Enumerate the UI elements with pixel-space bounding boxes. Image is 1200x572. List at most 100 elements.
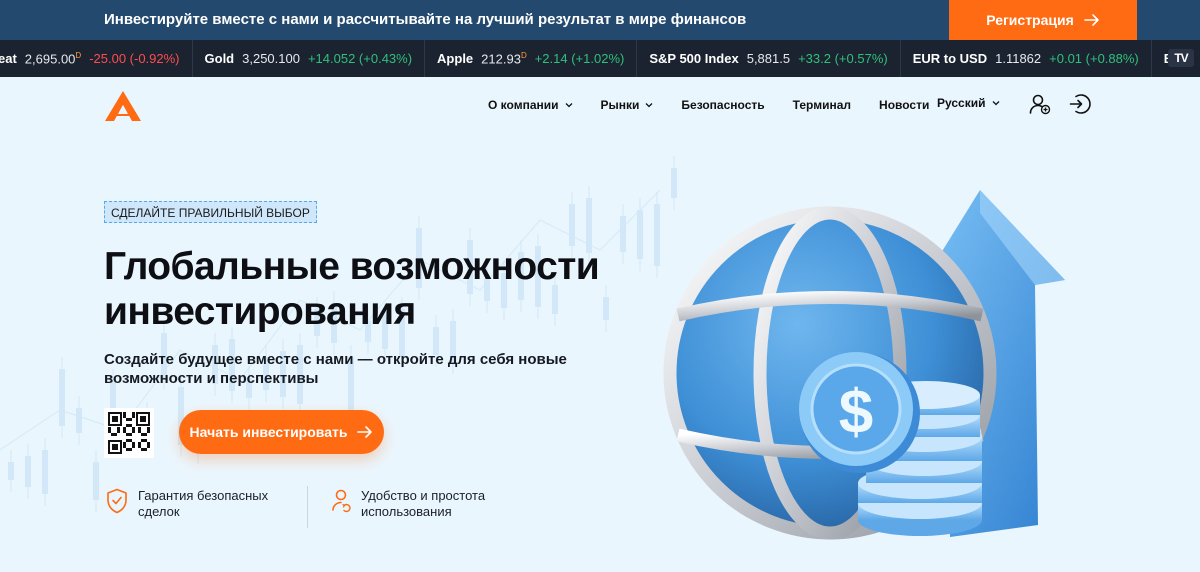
- ticker-item[interactable]: Gold 3,250.100 +14.052 (+0.43%): [193, 40, 426, 77]
- qr-module: [123, 412, 126, 415]
- hero-subtitle: Создайте будущее вместе с нами — откройт…: [104, 351, 567, 387]
- ticker-price-value: 212.93: [481, 51, 521, 67]
- qr-module: [111, 433, 114, 436]
- qr-module: [123, 445, 126, 448]
- feature-security: Гарантия безопасных сделок: [106, 488, 268, 520]
- qr-module: [144, 448, 147, 451]
- ticker-name: EUR to USD: [912, 51, 988, 66]
- bg-candle-wick: [27, 444, 29, 499]
- ticker-name: eat: [0, 51, 17, 66]
- qr-module: [138, 445, 141, 448]
- login-icon[interactable]: [1069, 93, 1091, 115]
- qr-code[interactable]: [104, 408, 154, 458]
- ticker-price-value: 5,881.5: [746, 51, 791, 66]
- arrow-right-icon: [1083, 14, 1099, 26]
- qr-module: [114, 433, 117, 436]
- qr-module: [138, 430, 141, 433]
- main-nav: О компании Рынки Безопасность Терминал Н…: [488, 96, 957, 114]
- qr-module: [132, 427, 135, 430]
- qr-module: [108, 430, 111, 433]
- ticker-item[interactable]: S&P 500 Index 5,881.5 +33.2 (+0.57%): [637, 40, 901, 77]
- qr-module: [129, 439, 132, 442]
- bg-candle-wick: [95, 450, 97, 512]
- qr-module: [132, 445, 135, 448]
- qr-module: [123, 430, 126, 433]
- nav-item-security[interactable]: Безопасность: [681, 98, 764, 112]
- chevron-down-icon: [992, 101, 999, 106]
- hero-title-line2: инвестирования: [104, 290, 416, 333]
- nav-item-about[interactable]: О компании: [488, 98, 573, 112]
- ticker-price: 1.11862: [995, 51, 1041, 66]
- bg-candle-wick: [639, 198, 641, 271]
- cta-label: Начать инвестировать: [189, 424, 348, 440]
- nav-item-markets[interactable]: Рынки: [601, 98, 654, 112]
- shield-check-icon: [107, 488, 127, 514]
- bg-candle-wick: [10, 450, 12, 492]
- feature-security-line1: Гарантия безопасных: [138, 488, 269, 503]
- ticker-item[interactable]: Apple 212.93D +2.14 (+1.02%): [425, 40, 638, 77]
- promo-text: Инвестируйте вместе с нами и рассчитывай…: [104, 11, 747, 28]
- hero-title: Глобальные возможности инвестирования: [104, 244, 624, 334]
- ticker-item[interactable]: eat 2,695.00D -25.00 (-0.92%): [0, 40, 193, 77]
- qr-module: [126, 448, 129, 451]
- ticker-price-value: 1.11862: [995, 51, 1042, 66]
- nav-item-news[interactable]: Новости: [879, 98, 929, 112]
- user-add-icon[interactable]: [1029, 93, 1051, 115]
- ticker-track: eat 2,695.00D -25.00 (-0.92%) Gold 3,250.100…: [0, 40, 1200, 77]
- qr-module: [141, 433, 144, 436]
- feature-usability-line1: Удобство и простота: [361, 488, 486, 503]
- ticker-price: 212.93D: [481, 51, 527, 66]
- market-ticker[interactable]: eat 2,695.00D -25.00 (-0.92%) Gold 3,250.100…: [0, 40, 1200, 77]
- language-selector[interactable]: Русский: [937, 96, 1000, 110]
- nav-item-label: Терминал: [792, 98, 852, 112]
- svg-text:$: $: [839, 378, 873, 447]
- ticker-price: 3,250.100: [242, 51, 300, 66]
- ticker-change: +14.052 (+0.43%): [307, 51, 413, 66]
- qr-module: [132, 430, 135, 433]
- qr-module: [138, 427, 141, 430]
- bg-candle-wick: [78, 396, 80, 445]
- qr-module: [138, 442, 141, 445]
- hero-badge: СДЕЛАЙТЕ ПРАВИЛЬНЫЙ ВЫБОР: [104, 201, 317, 223]
- qr-module: [141, 448, 144, 451]
- ticker-item[interactable]: EUR to USD 1.11862 +0.01 (+0.88%): [901, 40, 1152, 77]
- user-cycle-icon: [332, 489, 351, 513]
- feature-usability-line2: использования: [361, 504, 452, 519]
- language-label: Русский: [937, 96, 986, 110]
- qr-module: [132, 415, 135, 418]
- qr-module: [112, 416, 118, 422]
- register-button[interactable]: Регистрация: [949, 0, 1137, 40]
- nav-item-terminal[interactable]: Терминал: [793, 98, 851, 112]
- arrow-right-icon: [357, 426, 373, 438]
- qr-module: [132, 412, 135, 415]
- bg-candle-wick: [656, 192, 658, 278]
- dollar-coin-icon: $: [799, 352, 920, 473]
- ticker-price-flag: D: [520, 50, 527, 60]
- qr-module: [132, 442, 135, 445]
- nav-item-label: Рынки: [600, 98, 640, 112]
- ticker-change: +0.01 (+0.88%): [1049, 51, 1139, 66]
- ticker-change: +33.2 (+0.57%): [798, 51, 888, 66]
- qr-module: [126, 418, 129, 421]
- tradingview-logo[interactable]: TV: [1168, 49, 1194, 67]
- qr-module: [117, 427, 120, 430]
- ticker-change: +2.14 (+1.02%): [534, 51, 625, 66]
- qr-module: [129, 418, 132, 421]
- qr-module: [129, 448, 132, 451]
- promo-banner: Инвестируйте вместе с нами и рассчитывай…: [0, 0, 1200, 40]
- qr-module: [140, 416, 146, 422]
- qr-module: [147, 430, 150, 433]
- chevron-down-icon: [645, 103, 653, 108]
- hero-illustration: $: [663, 190, 1065, 540]
- register-button-label: Регистрация: [986, 12, 1074, 28]
- start-investing-button[interactable]: Начать инвестировать: [179, 410, 384, 454]
- qr-module: [147, 427, 150, 430]
- qr-module: [129, 433, 132, 436]
- feature-security-line2: сделок: [138, 504, 180, 519]
- nav-item-label: О компании: [488, 98, 559, 112]
- qr-module: [126, 439, 129, 442]
- brand-logo[interactable]: [104, 90, 142, 122]
- nav-item-label: Безопасность: [681, 98, 765, 112]
- chevron-down-icon: [565, 103, 572, 108]
- qr-module: [144, 433, 147, 436]
